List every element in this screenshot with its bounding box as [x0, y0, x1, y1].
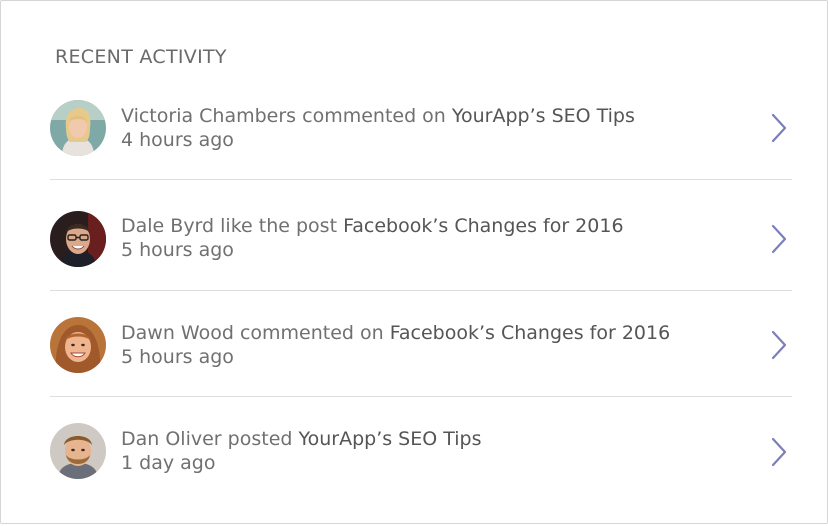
activity-action: like the post — [220, 215, 338, 237]
activity-target-link[interactable]: Facebook’s Changes for 2016 — [343, 215, 623, 237]
activity-actor: Dale Byrd — [121, 215, 215, 237]
activity-timestamp: 5 hours ago — [121, 239, 234, 261]
chevron-right-icon[interactable] — [764, 435, 792, 469]
activity-description: Dawn Wood commented on Facebook’s Change… — [121, 321, 670, 345]
activity-action: posted — [227, 428, 293, 450]
chevron-right-icon[interactable] — [764, 328, 792, 362]
activity-item[interactable]: Dan Oliver posted YourApp’s SEO Tips 1 d… — [50, 397, 792, 503]
activity-text: Dan Oliver posted YourApp’s SEO Tips 1 d… — [121, 427, 482, 475]
activity-action: commented on — [302, 105, 446, 127]
avatar — [50, 100, 106, 156]
avatar — [50, 211, 106, 267]
activity-description: Victoria Chambers commented on YourApp’s… — [121, 104, 635, 128]
activity-description: Dan Oliver posted YourApp’s SEO Tips — [121, 427, 482, 451]
activity-list: Victoria Chambers commented on YourApp’s… — [50, 74, 792, 503]
chevron-right-icon[interactable] — [764, 222, 792, 256]
activity-item[interactable]: Dawn Wood commented on Facebook’s Change… — [50, 291, 792, 397]
activity-actor: Victoria Chambers — [121, 105, 297, 127]
activity-timestamp: 5 hours ago — [121, 346, 234, 368]
section-title: RECENT ACTIVITY — [55, 46, 227, 68]
activity-target-link[interactable]: YourApp’s SEO Tips — [299, 428, 482, 450]
activity-text: Dale Byrd like the post Facebook’s Chang… — [121, 214, 624, 262]
recent-activity-card: RECENT ACTIVITY Victoria Chambers commen… — [0, 0, 828, 524]
chevron-right-icon[interactable] — [764, 111, 792, 145]
activity-item[interactable]: Dale Byrd like the post Facebook’s Chang… — [50, 180, 792, 291]
activity-timestamp: 4 hours ago — [121, 129, 234, 151]
activity-description: Dale Byrd like the post Facebook’s Chang… — [121, 214, 624, 238]
activity-text: Victoria Chambers commented on YourApp’s… — [121, 104, 635, 152]
avatar — [50, 317, 106, 373]
activity-target-link[interactable]: Facebook’s Changes for 2016 — [390, 322, 670, 344]
activity-text: Dawn Wood commented on Facebook’s Change… — [121, 321, 670, 369]
activity-item[interactable]: Victoria Chambers commented on YourApp’s… — [50, 74, 792, 180]
activity-actor: Dan Oliver — [121, 428, 222, 450]
activity-actor: Dawn Wood — [121, 322, 234, 344]
activity-target-link[interactable]: YourApp’s SEO Tips — [452, 105, 635, 127]
avatar — [50, 423, 106, 479]
activity-timestamp: 1 day ago — [121, 452, 216, 474]
activity-action: commented on — [239, 322, 384, 344]
